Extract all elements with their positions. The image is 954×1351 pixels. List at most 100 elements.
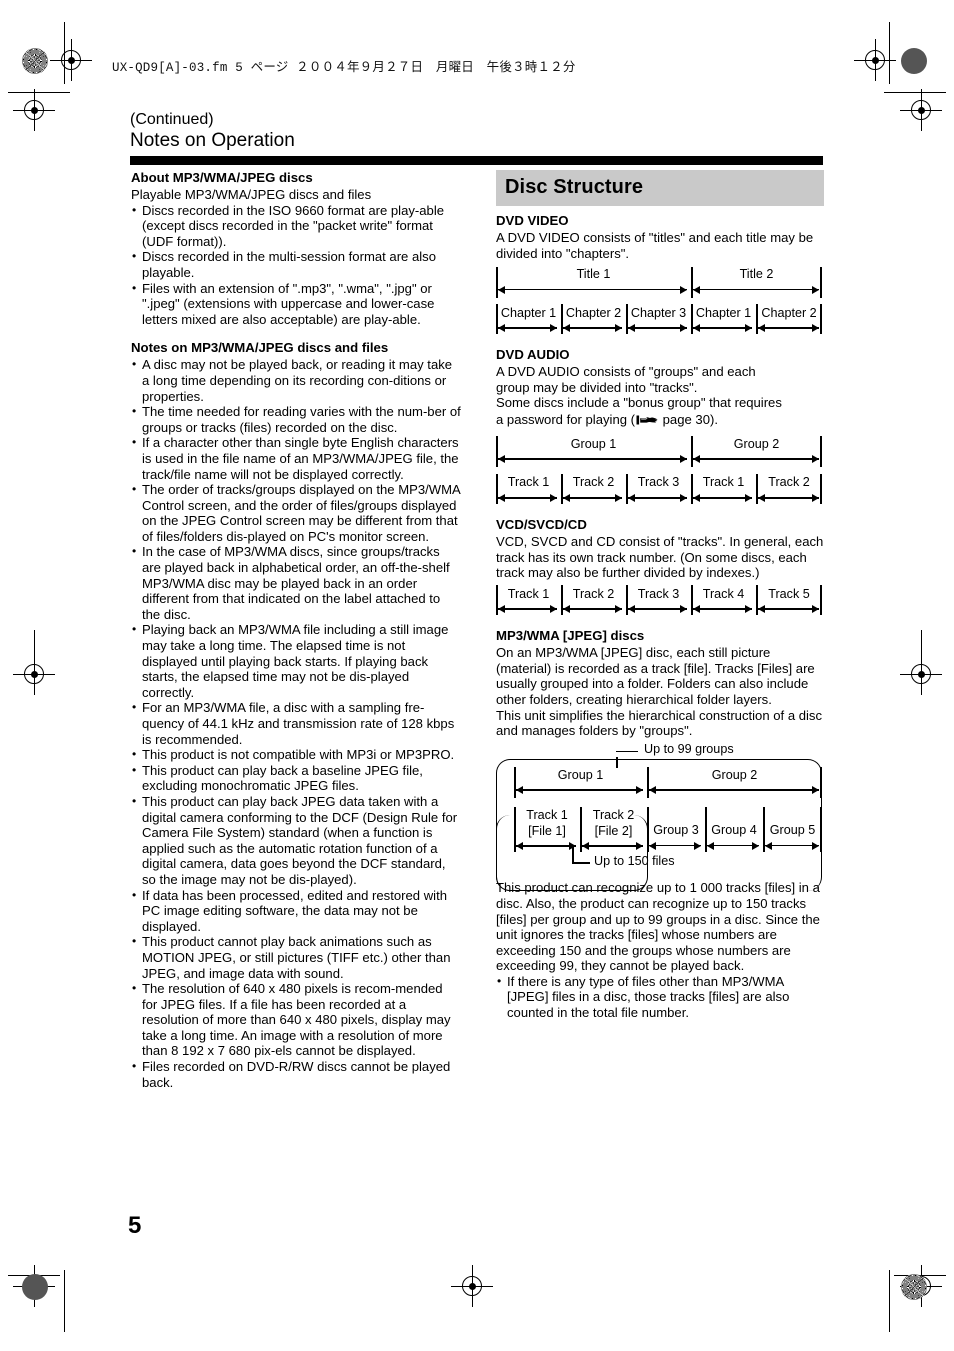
section-intro-playable: Playable MP3/WMA/JPEG discs and files <box>131 187 372 202</box>
diagram-row-tracks: Track 1 Track 2 Track 3 Track 1 Track 2 <box>496 473 822 504</box>
about-discs-bullet-list: Discs recorded in the ISO 9660 format ar… <box>131 203 461 328</box>
banner-title: Disc Structure <box>505 176 644 199</box>
page-content: (Continued) Notes on Operation About MP3… <box>0 0 954 1351</box>
dvd-video-diagram: Title 1 Title 2 Chapter 1 Chapter 2 Chap… <box>496 266 822 335</box>
page-header: (Continued) Notes on Operation <box>130 110 825 165</box>
cell-label: Group 2 <box>733 436 780 451</box>
section-heading-notes-on-discs: Notes on MP3/WMA/JPEG discs and files <box>131 340 389 356</box>
diagram-cell: Track 2 [File 2] <box>580 807 647 853</box>
list-item: Files recorded on DVD-R/RW discs cannot … <box>131 1059 461 1090</box>
diagram-cell: Track 1 <box>496 585 561 616</box>
cell-label: Title 1 <box>576 267 611 282</box>
cell-label: Chapter 1 <box>500 305 557 320</box>
section-heading-about-discs: About MP3/WMA/JPEG discs <box>131 170 313 185</box>
diagram-cell: Track 5 <box>756 585 822 616</box>
cell-label: Group 1 <box>557 767 604 782</box>
cell-label: Track 2 <box>768 475 810 490</box>
diagram-row-tracks: Track 1 Track 2 Track 3 Track 4 Track 5 <box>496 585 822 616</box>
continued-label: (Continued) <box>130 111 214 128</box>
cell-label: Track 4 <box>702 586 745 601</box>
cell-label: Track 1 <box>702 475 745 490</box>
cell-label: Track 3 <box>637 586 680 601</box>
list-item: This product can play back JPEG data tak… <box>131 794 461 888</box>
list-item: Playing back an MP3/WMA file including a… <box>131 622 461 700</box>
dvd-video-body: A DVD VIDEO consists of "titles" and eac… <box>496 230 814 261</box>
diagram-cell: Chapter 1 <box>496 304 561 335</box>
cell-label: Track 1 <box>526 808 568 823</box>
diagram-row-tracks: Track 1 [File 1] Track 2 [File 2] Group … <box>496 806 822 853</box>
dvd-audio-diagram: Group 1 Group 2 Track 1 Track 2 Track 3 … <box>496 436 822 504</box>
cell-label: Chapter 1 <box>695 305 752 320</box>
diagram-cell: Track 2 <box>561 585 626 616</box>
diagram-cell: Group 2 <box>647 767 822 799</box>
diagram-cell: Group 1 <box>496 436 691 468</box>
mp3-diagram: Group 1 Group 2 Track 1 [File 1] Track 2… <box>496 758 822 891</box>
mp3-closing-body: This product can recognize up to 1 000 t… <box>496 880 820 974</box>
cell-label: Track 2 <box>592 808 635 823</box>
pointing-hand-icon <box>636 413 658 431</box>
cell-label: Track 2 <box>572 586 615 601</box>
list-item: The time needed for reading varies with … <box>131 404 461 435</box>
cell-label: Chapter 3 <box>630 305 687 320</box>
list-item: The resolution of 640 x 480 pixels is re… <box>131 981 461 1059</box>
list-item: If a character other than single byte En… <box>131 435 461 482</box>
list-item: The order of tracks/groups displayed on … <box>131 482 461 544</box>
diagram-cell: Track 3 <box>626 473 691 504</box>
diagram-cell: Title 2 <box>691 266 822 298</box>
section-heading-dvd-video: DVD VIDEO <box>496 213 569 228</box>
cell-label: Group 2 <box>711 767 758 782</box>
mp3-caption-top-wrap: Up to 99 groups <box>496 741 826 768</box>
mp3-caption-bottom: Up to 150 files <box>594 854 675 869</box>
section-heading-dvd-audio: DVD AUDIO <box>496 347 570 363</box>
list-item: This product is not compatible with MP3i… <box>131 747 461 763</box>
list-item: If there is any type of files other than… <box>496 974 826 1021</box>
dvd-audio-body-line2: group may be divided into "tracks". <box>496 379 698 395</box>
list-item: Files with an extension of ".mp3", ".wma… <box>131 281 461 328</box>
diagram-cell: Chapter 1 <box>691 304 756 335</box>
mp3-caption-bottom-wrap: Up to 150 files <box>496 846 826 873</box>
right-column: Disc Structure DVD VIDEO A DVD VIDEO con… <box>496 170 826 1021</box>
diagram-cell: Group 2 <box>691 436 822 468</box>
cell-label: Group 1 <box>570 436 617 451</box>
cell-label: Group 5 <box>769 823 816 838</box>
mp3-body-2: This unit simplifies the hierarchical co… <box>496 707 823 739</box>
dvd-audio-ref-pre: a password for playing ( <box>496 411 636 427</box>
list-item: In the case of MP3/WMA discs, since grou… <box>131 544 461 622</box>
diagram-cell: Group 3 <box>647 806 705 852</box>
diagram-cell: Track 1 <box>496 473 561 504</box>
cell-label: Track 1 <box>507 586 550 601</box>
cell-label: Group 3 <box>653 823 699 838</box>
list-item: Discs recorded in the ISO 9660 format ar… <box>131 203 461 250</box>
mp3-body-1: On an MP3/WMA [JPEG] disc, each still pi… <box>496 645 815 708</box>
section-heading-vcd: VCD/SVCD/CD <box>496 516 587 532</box>
vcd-body: VCD, SVCD and CD consist of "tracks". In… <box>496 533 824 581</box>
cell-label: Group 4 <box>711 823 757 838</box>
cell-label: Chapter 2 <box>761 305 817 320</box>
diagram-row-titles: Title 1 Title 2 <box>496 266 822 298</box>
list-item: For an MP3/WMA file, a disc with a sampl… <box>131 700 461 747</box>
list-item: This product can play back a baseline JP… <box>131 763 461 794</box>
diagram-cell: Track 2 <box>561 473 626 504</box>
list-item: If data has been processed, edited and r… <box>131 888 461 935</box>
list-item: This product cannot play back animations… <box>131 934 461 981</box>
page-title: Notes on Operation <box>130 130 295 151</box>
dvd-audio-body-line1: A DVD AUDIO consists of "groups" and eac… <box>496 364 756 380</box>
mp3-closing-bullet-list: If there is any type of files other than… <box>496 974 826 1021</box>
diagram-cell: Group 1 <box>514 767 647 799</box>
dvd-audio-body-line3: Some discs include a "bonus group" that … <box>496 395 782 411</box>
page-number: 5 <box>128 1212 142 1239</box>
dvd-audio-body-line4: a password for playing ( page 30). <box>496 411 826 431</box>
cell-label: Track 1 <box>507 475 550 490</box>
diagram-cell: Track 1 [File 1] <box>514 807 580 853</box>
cell-sublabel: [File 1] <box>528 823 566 838</box>
mp3-caption-top: Up to 99 groups <box>644 741 734 756</box>
diagram-cell: Chapter 2 <box>561 304 626 335</box>
cell-label: Track 5 <box>768 586 810 601</box>
vcd-diagram: Track 1 Track 2 Track 3 Track 4 Track 5 <box>496 585 822 616</box>
diagram-row-groups: Group 1 Group 2 <box>496 436 822 468</box>
cell-label: Chapter 2 <box>565 305 622 320</box>
diagram-cell: Track 2 <box>756 473 822 504</box>
cell-label: Title 2 <box>739 267 774 282</box>
diagram-cell: Group 4 <box>705 806 763 852</box>
disc-structure-banner: Disc Structure <box>496 170 824 206</box>
